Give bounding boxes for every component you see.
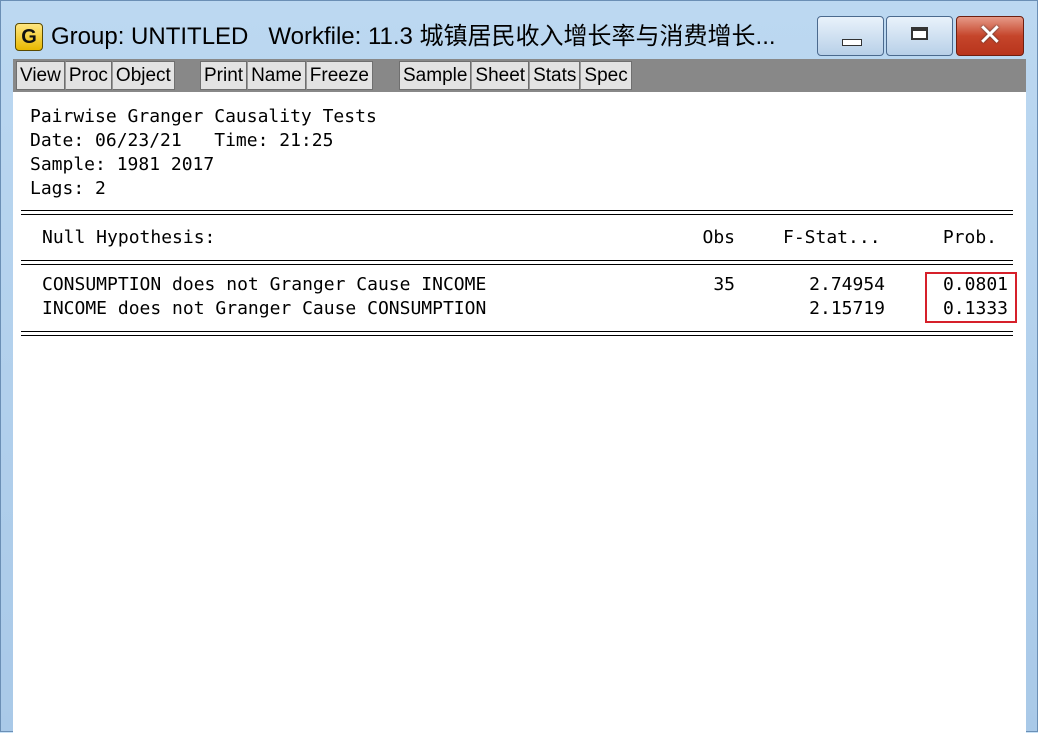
row-hypothesis: CONSUMPTION does not Granger Cause INCOM… — [42, 274, 487, 295]
name-button[interactable]: Name — [247, 61, 306, 90]
table-top-rule — [21, 210, 1013, 211]
row-fstat: 2.74954 — [809, 274, 885, 295]
table-bottom-rule — [21, 331, 1013, 332]
window-title: Group: UNTITLED Workfile: 11.3 城镇居民收入增长率… — [51, 23, 776, 50]
header-prob: Prob. — [942, 227, 997, 248]
close-button[interactable]: ✕ — [956, 16, 1024, 56]
object-button[interactable]: Object — [111, 61, 175, 90]
toolbar-group-view: View Proc Object — [16, 61, 175, 90]
toolbar: View Proc Object Print Name Freeze Sampl… — [13, 59, 1026, 92]
eviews-group-window: G Group: UNTITLED Workfile: 11.3 城镇居民收入增… — [0, 0, 1038, 733]
proc-button[interactable]: Proc — [64, 61, 112, 90]
table-bottom-rule-2 — [21, 335, 1013, 336]
sheet-button[interactable]: Sheet — [471, 61, 530, 90]
stats-button[interactable]: Stats — [529, 61, 581, 90]
close-icon: ✕ — [977, 18, 1003, 53]
freeze-button[interactable]: Freeze — [305, 61, 373, 90]
maximize-icon — [911, 27, 928, 40]
prob-highlight-box — [925, 272, 1017, 323]
view-button[interactable]: View — [16, 61, 65, 90]
toolbar-group-sample: Sample Sheet Stats Spec — [399, 61, 632, 90]
spec-button[interactable]: Spec — [580, 61, 632, 90]
output-heading: Pairwise Granger Causality Tests — [30, 106, 377, 127]
minimize-button[interactable] — [817, 16, 884, 56]
row-obs: 35 — [713, 274, 735, 295]
header-fstat: F-Stat... — [783, 227, 881, 248]
title-bar[interactable]: G Group: UNTITLED Workfile: 11.3 城镇居民收入增… — [1, 1, 1037, 59]
date-time-line: Date: 06/23/21 Time: 21:25 — [30, 130, 334, 151]
maximize-button[interactable] — [886, 16, 953, 56]
sample-button[interactable]: Sample — [399, 61, 472, 90]
row-fstat: 2.15719 — [809, 298, 885, 319]
header-null-hypothesis: Null Hypothesis: — [42, 227, 216, 248]
header-obs: Obs — [702, 227, 735, 248]
sample-line: Sample: 1981 2017 — [30, 154, 215, 175]
output-table-view[interactable]: Pairwise Granger Causality Tests Date: 0… — [13, 92, 1026, 733]
header-rule-2 — [21, 264, 1013, 265]
group-g-icon[interactable]: G — [15, 23, 43, 51]
print-button[interactable]: Print — [200, 61, 248, 90]
lags-line: Lags: 2 — [30, 178, 106, 199]
table-top-rule-2 — [21, 214, 1013, 215]
toolbar-group-print: Print Name Freeze — [200, 61, 373, 90]
minimize-icon — [842, 39, 862, 46]
header-rule — [21, 260, 1013, 261]
row-hypothesis: INCOME does not Granger Cause CONSUMPTIO… — [42, 298, 487, 319]
